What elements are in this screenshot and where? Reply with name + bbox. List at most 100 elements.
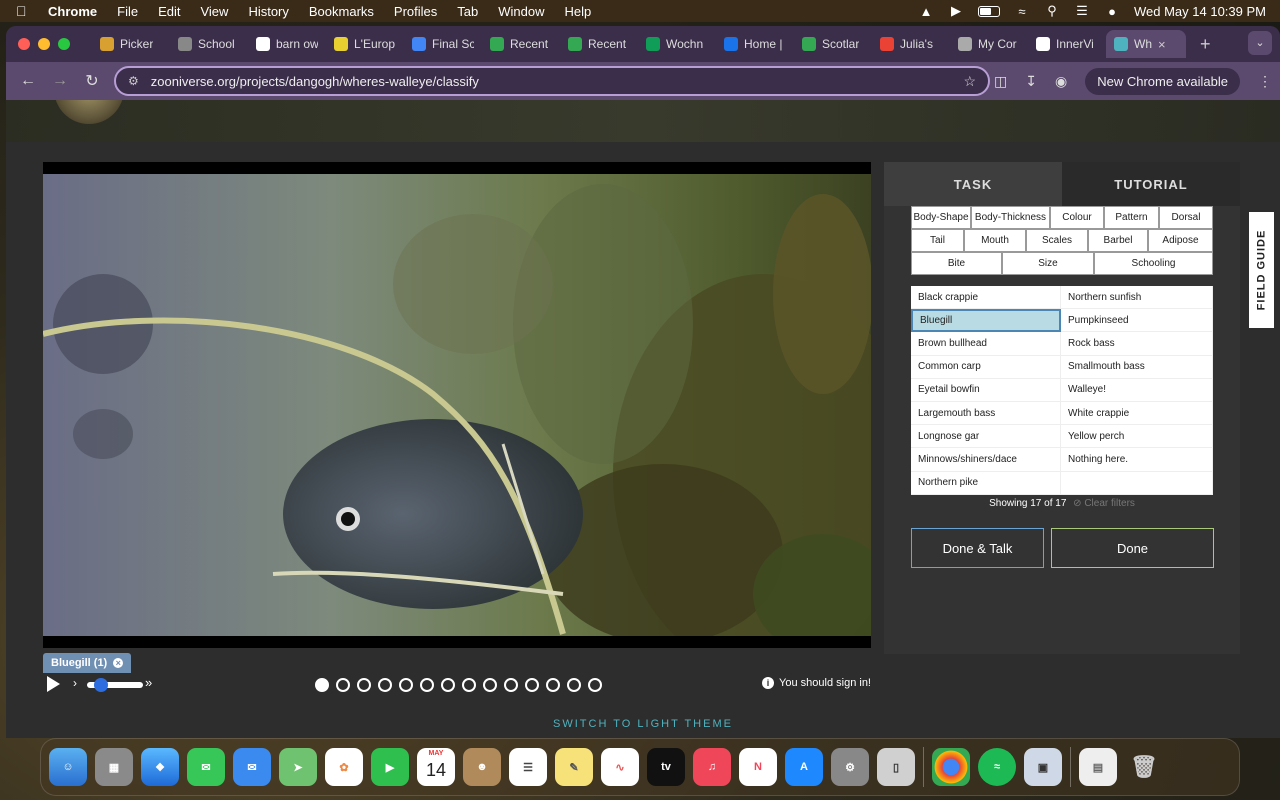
bookmark-star-icon[interactable]: ☆ <box>963 73 976 90</box>
browser-tab[interactable]: Final Sc <box>404 30 482 58</box>
species-option[interactable]: Northern sunfish <box>1061 286 1213 310</box>
music-icon[interactable]: ♫ <box>693 748 731 786</box>
remove-mark-icon[interactable]: × <box>113 658 124 668</box>
filter-pattern[interactable]: Pattern <box>1104 206 1159 229</box>
species-option[interactable]: Common carp <box>911 355 1061 379</box>
spotlight-search-icon[interactable]: ⚲ <box>1044 3 1060 19</box>
browser-tab[interactable]: School <box>170 30 248 58</box>
menu-app-name[interactable]: Chrome <box>48 4 97 19</box>
launchpad-icon[interactable]: ▦ <box>95 748 133 786</box>
sign-in-notice[interactable]: i You should sign in! <box>762 677 871 689</box>
pdf-document-icon[interactable]: ▤ <box>1079 748 1117 786</box>
app-store-icon[interactable]: A <box>785 748 823 786</box>
reminders-icon[interactable]: ☰ <box>509 748 547 786</box>
frame-dot[interactable] <box>462 678 476 692</box>
menu-view[interactable]: View <box>200 4 228 19</box>
news-icon[interactable]: N <box>739 748 777 786</box>
arc-status-icon[interactable]: ▲ <box>918 4 934 19</box>
filter-schooling[interactable]: Schooling <box>1094 252 1213 275</box>
notes-icon[interactable]: ✎ <box>555 748 593 786</box>
close-window-button[interactable] <box>18 38 30 50</box>
slower-icon[interactable]: › <box>73 676 77 690</box>
species-option[interactable]: Walleye! <box>1061 378 1213 402</box>
tab-task[interactable]: TASK <box>884 162 1062 206</box>
chrome-icon[interactable] <box>932 748 970 786</box>
browser-tab[interactable]: Scotlar <box>794 30 872 58</box>
site-info-icon[interactable]: ⚙ <box>128 74 139 88</box>
play-status-icon[interactable]: ▶ <box>948 3 964 19</box>
menu-edit[interactable]: Edit <box>158 4 180 19</box>
iphone-mirroring-icon[interactable]: ▯ <box>877 748 915 786</box>
new-chrome-available-button[interactable]: New Chrome available <box>1085 67 1240 95</box>
bluegill-mark-chip[interactable]: Bluegill (1) × <box>43 653 132 673</box>
browser-tab[interactable]: barn ow <box>248 30 326 58</box>
apple-menu-icon[interactable]:  <box>16 3 34 19</box>
address-bar[interactable]: ⚙ zooniverse.org/projects/dangogh/wheres… <box>114 66 990 96</box>
species-option[interactable]: Bluegill <box>911 309 1061 333</box>
system-settings-icon[interactable]: ⚙ <box>831 748 869 786</box>
frame-dot[interactable] <box>378 678 392 692</box>
calendar-icon[interactable]: MAY 14 <box>417 748 455 786</box>
photos-icon[interactable]: ✿ <box>325 748 363 786</box>
browser-tab[interactable]: Recent <box>482 30 560 58</box>
browser-tab[interactable]: InnerVi <box>1028 30 1106 58</box>
menu-window[interactable]: Window <box>498 4 544 19</box>
close-tab-icon[interactable]: × <box>1158 37 1166 52</box>
frame-dot[interactable] <box>336 678 350 692</box>
frame-dot[interactable] <box>504 678 518 692</box>
forward-icon[interactable]: → <box>44 72 76 90</box>
reload-icon[interactable]: ↻ <box>76 71 108 91</box>
extensions-icon[interactable]: ◫ <box>994 73 1007 90</box>
menu-tab[interactable]: Tab <box>457 4 478 19</box>
filter-colour[interactable]: Colour <box>1050 206 1104 229</box>
filter-body-thickness[interactable]: Body-Thickness <box>971 206 1050 229</box>
menu-bookmarks[interactable]: Bookmarks <box>309 4 374 19</box>
frame-dot[interactable] <box>315 678 329 692</box>
maps-icon[interactable]: ➤ <box>279 748 317 786</box>
species-option[interactable]: Minnows/shiners/dace <box>911 448 1061 472</box>
menu-help[interactable]: Help <box>565 4 592 19</box>
tab-search-icon[interactable]: ⌄ <box>1248 31 1272 55</box>
species-option[interactable]: White crappie <box>1061 401 1213 426</box>
done-and-talk-button[interactable]: Done & Talk <box>911 528 1044 568</box>
filter-mouth[interactable]: Mouth <box>964 229 1026 252</box>
frame-dot[interactable] <box>546 678 560 692</box>
species-option[interactable]: Pumpkinseed <box>1061 309 1213 333</box>
safari-icon[interactable]: ❖ <box>141 748 179 786</box>
species-option[interactable]: Yellow perch <box>1061 425 1213 449</box>
browser-tab[interactable]: Home | <box>716 30 794 58</box>
menu-file[interactable]: File <box>117 4 138 19</box>
species-option[interactable]: Smallmouth bass <box>1061 355 1213 379</box>
frame-dot[interactable] <box>525 678 539 692</box>
menu-profiles[interactable]: Profiles <box>394 4 437 19</box>
browser-tab[interactable]: Julia's <box>872 30 950 58</box>
frame-dot[interactable] <box>420 678 434 692</box>
species-option[interactable]: Eyetail bowfin <box>911 378 1061 402</box>
mail-icon[interactable]: ✉ <box>233 748 271 786</box>
species-option[interactable]: Rock bass <box>1061 332 1213 356</box>
url-text[interactable]: zooniverse.org/projects/dangogh/wheres-w… <box>151 74 479 89</box>
species-option[interactable]: Brown bullhead <box>911 332 1061 356</box>
species-option[interactable]: Black crappie <box>911 286 1061 310</box>
trash-icon[interactable]: 🗑 <box>1125 748 1163 786</box>
clear-filters-button[interactable]: ⊘ Clear filters <box>1073 498 1135 509</box>
frame-dot[interactable] <box>483 678 497 692</box>
field-guide-tab[interactable]: FIELD GUIDE <box>1249 212 1274 328</box>
browser-tab[interactable]: Picker <box>92 30 170 58</box>
messages-icon[interactable]: ✉ <box>187 748 225 786</box>
filter-bite[interactable]: Bite <box>911 252 1002 275</box>
filter-dorsal[interactable]: Dorsal <box>1159 206 1213 229</box>
browser-tab[interactable]: Recent <box>560 30 638 58</box>
species-option[interactable]: Largemouth bass <box>911 401 1061 426</box>
tab-tutorial[interactable]: TUTORIAL <box>1062 162 1240 206</box>
done-button[interactable]: Done <box>1051 528 1214 568</box>
filter-adipose[interactable]: Adipose <box>1148 229 1213 252</box>
faster-icon[interactable]: » <box>145 675 152 690</box>
frame-dot[interactable] <box>567 678 581 692</box>
filter-body-shape[interactable]: Body-Shape <box>911 206 971 229</box>
apple-tv-icon[interactable]: tv <box>647 748 685 786</box>
browser-tab[interactable]: Wh × <box>1106 30 1186 58</box>
profile-avatar-icon[interactable]: ◉ <box>1055 73 1067 90</box>
filter-scales[interactable]: Scales <box>1026 229 1088 252</box>
clock[interactable]: Wed May 14 10:39 PM <box>1134 4 1266 19</box>
